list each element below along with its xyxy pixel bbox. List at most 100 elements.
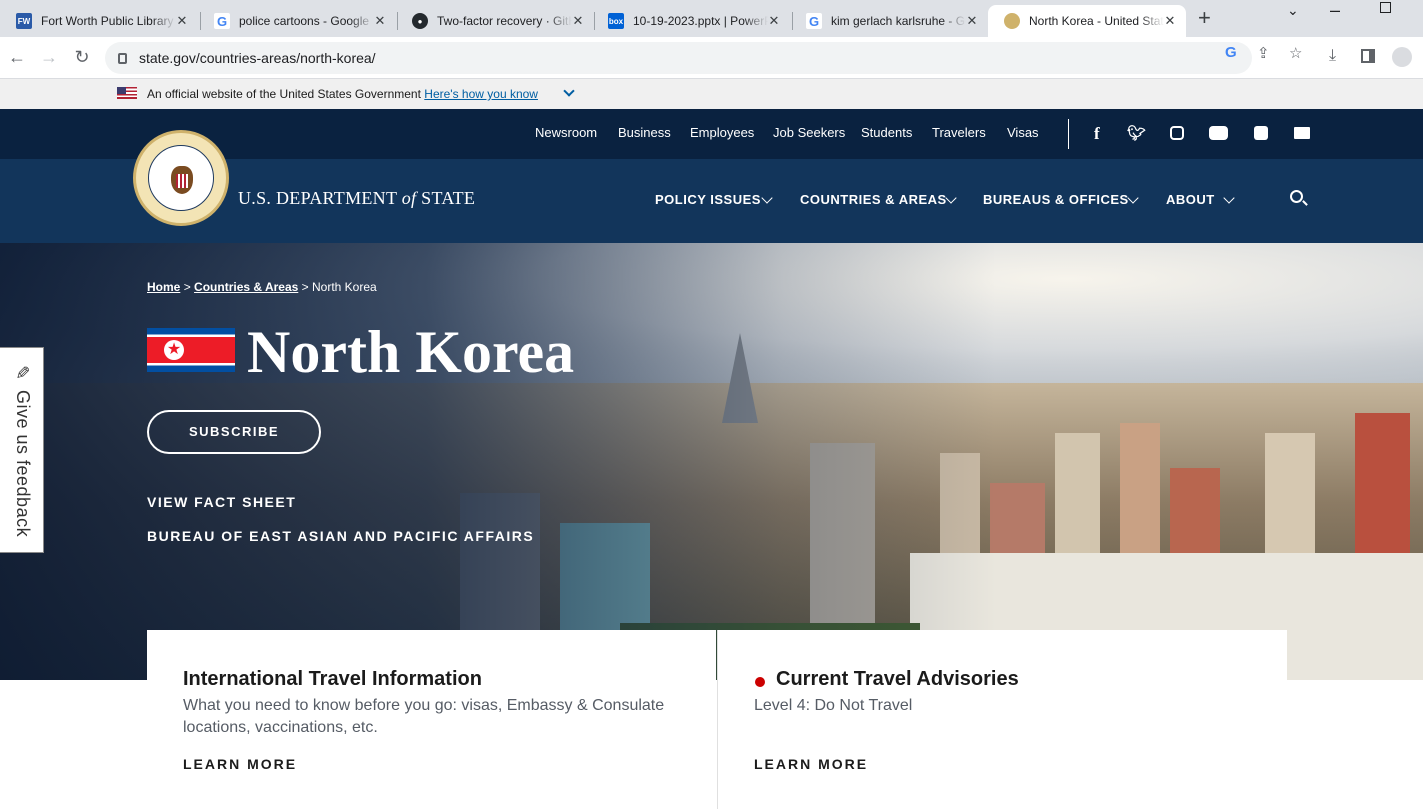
back-icon[interactable]: ← [5, 45, 29, 69]
state-seal-icon [1004, 13, 1020, 29]
tab-title: North Korea - United States [1029, 14, 1164, 28]
browser-tab[interactable]: G kim gerlach karlsruhe - Google ✕ [790, 5, 988, 37]
reload-icon[interactable]: ↻ [70, 45, 94, 69]
star-icon: ★ [164, 340, 184, 360]
google-lens-icon[interactable]: G [1225, 44, 1237, 61]
bookmark-star-icon[interactable]: ☆ [1289, 44, 1302, 62]
nav-newsroom[interactable]: Newsroom [535, 125, 597, 140]
gov-banner-text-wrap: An official website of the United States… [147, 87, 538, 101]
share-icon[interactable]: ⇪ [1257, 44, 1270, 62]
close-icon[interactable]: ✕ [766, 13, 782, 29]
nav-visas[interactable]: Visas [1007, 125, 1039, 140]
tab-title: Two-factor recovery · GitHub [437, 14, 572, 28]
card-title: International Travel Information [183, 668, 482, 690]
department-wordmark[interactable]: U.S. DEPARTMENT of STATE [238, 188, 475, 209]
close-icon[interactable]: ✕ [372, 13, 388, 29]
seal-inner [148, 145, 214, 211]
menu-policy-issues[interactable]: POLICY ISSUES [655, 192, 761, 207]
github-icon: ● [412, 13, 428, 29]
breadcrumb-sep: > [183, 280, 191, 294]
shield-icon [176, 174, 188, 188]
breadcrumb-current: North Korea [312, 280, 377, 294]
nav-students[interactable]: Students [861, 125, 912, 140]
close-icon[interactable]: ✕ [1162, 13, 1178, 29]
travel-info-card: International Travel Information What yo… [147, 630, 716, 809]
nav-business[interactable]: Business [618, 125, 671, 140]
nav-job-seekers[interactable]: Job Seekers [773, 125, 845, 140]
fact-sheet-link[interactable]: VIEW FACT SHEET [147, 494, 296, 510]
browser-tab-active[interactable]: North Korea - United States ✕ [988, 5, 1186, 37]
wordmark-text-end: STATE [416, 188, 476, 208]
browser-tab-strip: FW Fort Worth Public Library ✕ G police … [0, 0, 1423, 37]
box-icon: box [608, 13, 624, 29]
chevron-down-icon[interactable] [563, 85, 575, 97]
browser-tab[interactable]: ● Two-factor recovery · GitHub ✕ [396, 5, 594, 37]
breadcrumb-home[interactable]: Home [147, 280, 180, 294]
tab-search-icon[interactable]: ⌄ [1287, 2, 1299, 19]
forward-icon[interactable]: → [37, 45, 61, 69]
instagram-icon[interactable] [1170, 126, 1184, 140]
maximize-button[interactable] [1380, 2, 1391, 13]
flickr-icon[interactable] [1254, 126, 1268, 140]
pencil-icon: ✎ [12, 364, 33, 381]
official-gov-banner: An official website of the United States… [0, 79, 1423, 109]
tab-title: 10-19-2023.pptx | PowerPoint [633, 14, 768, 28]
breadcrumb: Home > Countries & Areas > North Korea [147, 280, 377, 294]
browser-tab[interactable]: box 10-19-2023.pptx | PowerPoint ✕ [592, 5, 790, 37]
tab-title: police cartoons - Google [239, 14, 370, 28]
bureau-link[interactable]: BUREAU OF EAST ASIAN AND PACIFIC AFFAIRS [147, 528, 534, 544]
nav-employees[interactable]: Employees [690, 125, 754, 140]
card-description: Level 4: Do Not Travel [754, 697, 913, 714]
tab-title: kim gerlach karlsruhe - Google [831, 14, 966, 28]
minimize-button[interactable]: – [1330, 0, 1340, 21]
divider [1068, 119, 1069, 149]
department-of-state-seal[interactable] [133, 130, 229, 226]
lock-icon[interactable] [118, 52, 127, 64]
feedback-label: Give us feedback [13, 390, 33, 538]
youtube-icon[interactable] [1209, 126, 1228, 140]
advisory-alert-icon [755, 677, 765, 687]
subscribe-button[interactable]: SUBSCRIBE [147, 410, 321, 454]
tab-title: Fort Worth Public Library [41, 14, 174, 28]
close-icon[interactable]: ✕ [570, 13, 586, 29]
new-tab-button[interactable]: + [1198, 7, 1211, 29]
menu-about[interactable]: ABOUT [1166, 192, 1215, 207]
breadcrumb-countries[interactable]: Countries & Areas [194, 280, 298, 294]
browser-tab[interactable]: FW Fort Worth Public Library ✕ [0, 5, 198, 37]
browser-toolbar: ← → ↻ state.gov/countries-areas/north-ko… [0, 37, 1423, 79]
wordmark-text: U.S. DEPARTMENT [238, 188, 402, 208]
hero-banner [0, 243, 1423, 680]
gov-banner-text: An official website of the United States… [147, 87, 421, 101]
menu-bureaus-offices[interactable]: BUREAUS & OFFICES [983, 192, 1129, 207]
hero-overlay [0, 243, 1423, 680]
facebook-icon[interactable]: f [1094, 124, 1100, 144]
twitter-icon[interactable]: 🐦︎ [1127, 124, 1146, 142]
email-icon[interactable] [1294, 127, 1310, 139]
feedback-tab[interactable]: ✎ Give us feedback [0, 347, 44, 553]
close-icon[interactable]: ✕ [174, 13, 190, 29]
nav-travelers[interactable]: Travelers [932, 125, 986, 140]
card-title: Current Travel Advisories [776, 668, 1019, 690]
download-icon[interactable]: ⤓ [1329, 47, 1336, 65]
google-icon: G [806, 13, 822, 29]
menu-countries-areas[interactable]: COUNTRIES & AREAS [800, 192, 947, 207]
browser-tab[interactable]: G police cartoons - Google ✕ [198, 5, 396, 37]
how-you-know-link[interactable]: Here's how you know [424, 87, 538, 101]
search-icon[interactable] [1290, 190, 1303, 203]
close-icon[interactable]: ✕ [964, 13, 980, 29]
travel-advisories-card: Current Travel Advisories Level 4: Do No… [717, 630, 1287, 809]
north-korea-flag: ★ [147, 328, 235, 372]
google-icon: G [214, 13, 230, 29]
url-text[interactable]: state.gov/countries-areas/north-korea/ [139, 50, 376, 66]
address-bar[interactable]: state.gov/countries-areas/north-korea/ [105, 42, 1252, 74]
side-panel-icon[interactable] [1361, 49, 1375, 63]
learn-more-link[interactable]: LEARN MORE [183, 756, 297, 772]
page-title: North Korea [247, 319, 575, 385]
card-description: What you need to know before you go: vis… [183, 697, 665, 736]
breadcrumb-sep: > [301, 280, 309, 294]
wordmark-of: of [401, 188, 417, 208]
profile-avatar-icon[interactable] [1392, 47, 1412, 67]
us-flag-icon [117, 87, 137, 99]
library-icon: FW [16, 13, 32, 29]
learn-more-link[interactable]: LEARN MORE [754, 756, 868, 772]
